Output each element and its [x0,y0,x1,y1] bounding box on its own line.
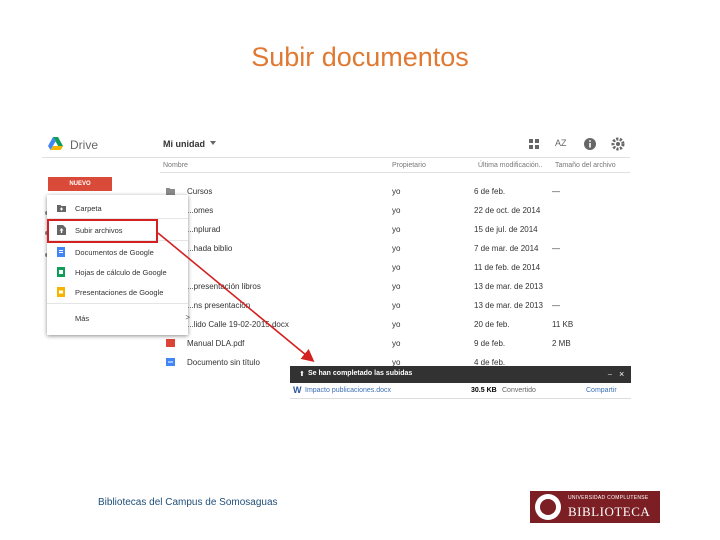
table-row[interactable]: Cursos yo 6 de feb. — [160,182,630,201]
folder-plus-icon [57,205,66,212]
menu-item-more[interactable]: Más > [47,309,190,327]
university-seal-icon [535,494,561,520]
word-file-icon: W [293,385,302,395]
menu-item-google-sheets[interactable]: Hojas de cálculo de Google [47,263,188,281]
menu-divider [47,303,188,304]
table-row[interactable]: yo 11 de feb. de 2014 [160,258,630,277]
toast-header: ⬆ Se han completado las subidas _ × [290,366,631,383]
docs-icon [57,247,65,257]
location-dropdown[interactable]: Mi unidad [163,139,205,149]
info-icon[interactable] [583,137,597,151]
uploaded-file-name[interactable]: Impacto publicaciones.docx [305,387,391,394]
logo-university: UNIVERSIDAD COMPLUTENSE [568,495,649,501]
col-modified[interactable]: Última modificación.. [478,162,543,169]
table-row[interactable]: ...omes yo 22 de oct. de 2014 [160,201,630,220]
menu-item-folder[interactable]: Carpeta [47,199,188,217]
upload-status: Convertido [502,387,536,394]
sheets-icon [57,267,65,277]
table-row[interactable]: ...presentación libros yo 13 de mar. de … [160,277,630,296]
toast-title: Se han completado las subidas [308,370,413,377]
table-row[interactable]: ...hada biblio yo 7 de mar. de 2014 — [160,239,630,258]
gear-icon[interactable] [611,137,625,151]
drive-logo-icon [48,137,63,150]
col-name[interactable]: Nombre [163,162,188,169]
logo-library: BIBLIOTECA [568,504,651,519]
menu-item-google-slides[interactable]: Presentaciones de Google [47,283,188,301]
new-menu: Carpeta Subir archivos Documentos de Goo… [47,195,190,335]
new-button[interactable]: NUEVO [48,177,112,191]
menu-item-google-docs[interactable]: Documentos de Google [47,243,188,261]
col-owner[interactable]: Propietario [392,162,426,169]
doc-file-icon [166,358,175,366]
sort-az-icon[interactable]: AZ [555,138,569,152]
table-row[interactable]: ...nplurad yo 15 de jul. de 2014 [160,220,630,239]
uploaded-file-size: 30.5 KB [471,387,497,394]
drive-topbar: Drive Mi unidad AZ [42,131,630,158]
minimize-icon[interactable]: _ [608,368,612,375]
slide-footer: Bibliotecas del Campus de Somosaguas [98,497,278,508]
slides-icon [57,287,65,297]
highlight-box [47,219,158,243]
slide-title: Subir documentos [251,42,469,72]
grid-view-icon[interactable] [527,137,541,151]
share-link[interactable]: Compartir [586,387,617,394]
ucm-biblioteca-logo: UNIVERSIDAD COMPLUTENSE BIBLIOTECA [530,491,660,523]
caret-down-icon[interactable] [210,141,216,145]
chevron-right-icon: > [185,313,190,322]
folder-icon [166,188,175,195]
column-header: Nombre Propietario Última modificación..… [160,158,630,173]
table-row[interactable]: ...ns presentación yo 13 de mar. de 2013… [160,296,630,315]
close-icon[interactable]: × [619,369,624,379]
pdf-file-icon [166,339,175,347]
toast-file-row: W Impacto publicaciones.docx 30.5 KB Con… [290,383,631,399]
upload-arrow-icon: ⬆ [299,371,305,378]
col-size[interactable]: Tamaño del archivo [555,162,616,169]
upload-toast: ⬆ Se han completado las subidas _ × W Im… [290,366,631,399]
table-row[interactable]: Manual DLA.pdf yo 9 de feb. 2 MB [160,334,630,353]
app-name: Drive [70,138,99,152]
table-row[interactable]: ...lido Calle 19-02-2015.docx yo 20 de f… [160,315,630,334]
drive-screenshot: Drive Mi unidad AZ Nombre Propietario Úl… [42,131,630,371]
